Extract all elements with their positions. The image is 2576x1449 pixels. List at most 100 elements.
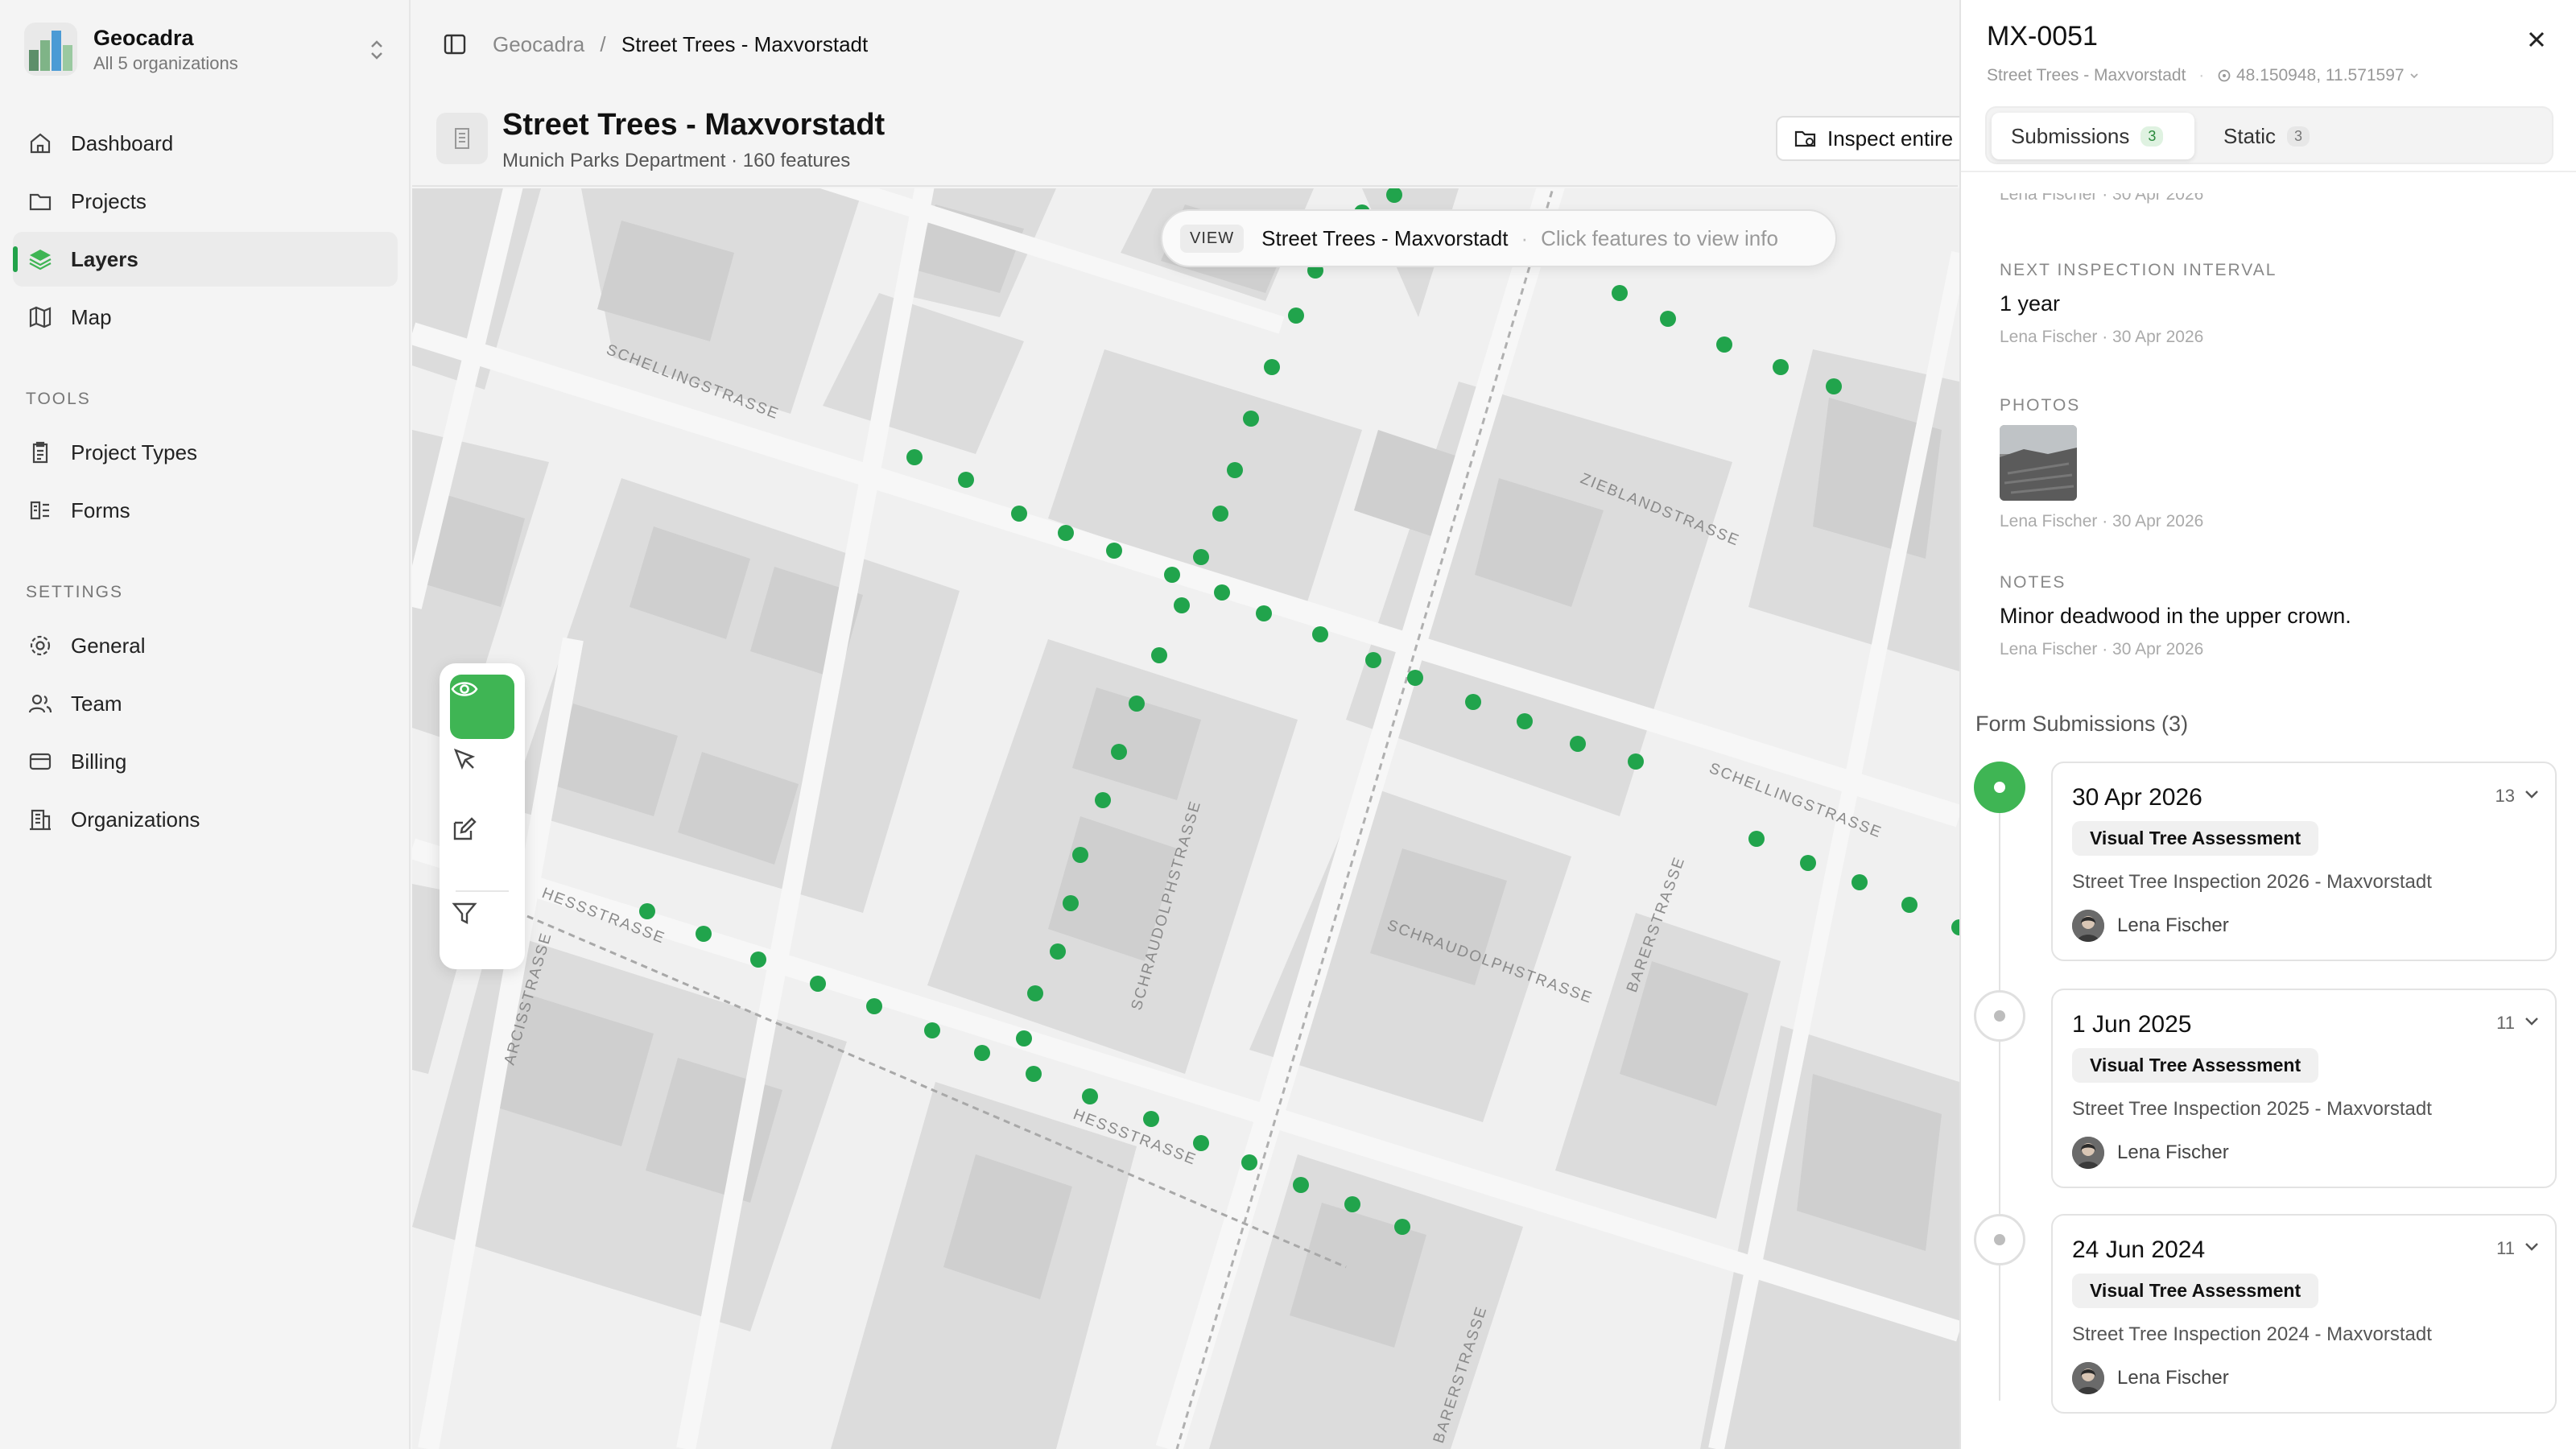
tree-point[interactable] xyxy=(1660,311,1676,327)
city-block xyxy=(823,293,1024,454)
tree-point[interactable] xyxy=(1293,1177,1309,1193)
tree-point[interactable] xyxy=(1212,506,1228,522)
nav-label: Dashboard xyxy=(71,130,174,155)
tree-point[interactable] xyxy=(1716,336,1732,353)
chevron-down-icon[interactable] xyxy=(2521,784,2542,805)
chevron-down-icon[interactable] xyxy=(2409,70,2420,81)
tab-static[interactable]: Static 3 xyxy=(2204,113,2365,159)
tree-point[interactable] xyxy=(1628,753,1644,770)
tab-submissions[interactable]: Submissions 3 xyxy=(1992,113,2194,159)
submission-user: Lena Fischer xyxy=(2072,1137,2229,1169)
view-tag: VIEW xyxy=(1180,224,1245,253)
tree-point[interactable] xyxy=(1852,874,1868,890)
tree-point[interactable] xyxy=(1111,744,1127,760)
tree-point[interactable] xyxy=(1026,1066,1042,1082)
nav-projects[interactable]: Projects xyxy=(13,174,398,229)
tree-point[interactable] xyxy=(1612,285,1628,301)
tree-point[interactable] xyxy=(924,1022,940,1038)
tab-count-badge: 3 xyxy=(2140,126,2164,147)
nav-billing[interactable]: Billing xyxy=(13,734,398,789)
tree-point[interactable] xyxy=(1951,919,1959,935)
photo-thumbnail[interactable] xyxy=(2000,425,2077,501)
tree-point[interactable] xyxy=(1901,897,1918,913)
submission-card[interactable]: 24 Jun 2024 11 Visual Tree Assessment St… xyxy=(2051,1214,2557,1414)
tree-point[interactable] xyxy=(1151,647,1167,663)
tree-point[interactable] xyxy=(696,926,712,942)
tree-point[interactable] xyxy=(1214,584,1230,601)
nav-forms[interactable]: Forms xyxy=(13,483,398,538)
tree-point[interactable] xyxy=(1264,359,1280,375)
org-switcher[interactable]: Geocadra All 5 organizations xyxy=(24,23,386,80)
tree-point[interactable] xyxy=(1050,943,1066,960)
tree-point[interactable] xyxy=(1082,1088,1098,1104)
chevrons-updown-icon xyxy=(371,40,382,60)
tree-point[interactable] xyxy=(1773,359,1789,375)
view-separator: · xyxy=(1521,225,1529,250)
tree-point[interactable] xyxy=(1193,549,1209,565)
tree-point[interactable] xyxy=(750,952,766,968)
tab-label: Static xyxy=(2223,123,2277,148)
tree-point[interactable] xyxy=(1143,1111,1159,1127)
tree-point[interactable] xyxy=(1095,792,1111,808)
tree-point[interactable] xyxy=(1312,626,1328,642)
breadcrumb-root[interactable]: Geocadra xyxy=(493,32,584,56)
tree-point[interactable] xyxy=(1193,1135,1209,1151)
select-tool-button[interactable] xyxy=(450,745,514,810)
tree-point[interactable] xyxy=(1016,1030,1032,1046)
tree-point[interactable] xyxy=(1256,605,1272,621)
map-canvas[interactable]: SCHELLINGSTRASSE ZIEBLANDSTRASSE SCHRAUDOL… xyxy=(412,188,1959,1449)
tree-point[interactable] xyxy=(974,1045,990,1061)
tree-point[interactable] xyxy=(958,472,974,488)
view-tool-button[interactable] xyxy=(450,675,514,739)
submission-card[interactable]: 30 Apr 2026 13 Visual Tree Assessment St… xyxy=(2051,762,2557,961)
folder-search-icon xyxy=(1794,130,1816,147)
tree-point[interactable] xyxy=(1344,1196,1360,1212)
tree-point[interactable] xyxy=(906,449,923,465)
tree-point[interactable] xyxy=(1174,597,1190,613)
tree-point[interactable] xyxy=(1570,736,1586,752)
nav-team[interactable]: Team xyxy=(13,676,398,731)
inspect-layer-button[interactable]: Inspect entire layer xyxy=(1776,116,1977,161)
submission-card[interactable]: 1 Jun 2025 11 Visual Tree Assessment Str… xyxy=(2051,989,2557,1188)
nav-layers[interactable]: Layers xyxy=(13,232,398,287)
tree-point[interactable] xyxy=(1164,567,1180,583)
sidebar-toggle-icon[interactable] xyxy=(443,32,467,56)
tree-point[interactable] xyxy=(1407,670,1423,686)
tree-point[interactable] xyxy=(1800,855,1816,871)
tree-point[interactable] xyxy=(1365,652,1381,668)
tree-point[interactable] xyxy=(1058,525,1074,541)
edit-tool-button[interactable] xyxy=(450,815,514,879)
close-icon[interactable] xyxy=(2523,26,2550,53)
tree-point[interactable] xyxy=(1288,308,1304,324)
tree-point[interactable] xyxy=(1227,462,1243,478)
nav-label: Layers xyxy=(71,246,138,271)
tree-point[interactable] xyxy=(866,998,882,1014)
nav-organizations[interactable]: Organizations xyxy=(13,792,398,847)
inspect-layer-label: Inspect entire layer xyxy=(1827,126,1975,151)
chevron-down-icon[interactable] xyxy=(2521,1236,2542,1257)
tree-point[interactable] xyxy=(1241,1154,1257,1170)
tree-point[interactable] xyxy=(1072,847,1088,863)
filter-tool-button[interactable] xyxy=(450,898,514,963)
tree-point[interactable] xyxy=(810,976,826,992)
tree-point[interactable] xyxy=(1748,831,1765,847)
nav-general[interactable]: General xyxy=(13,618,398,673)
pin-icon xyxy=(2218,69,2231,82)
nav-dashboard[interactable]: Dashboard xyxy=(13,116,398,171)
tree-point[interactable] xyxy=(1011,506,1027,522)
tree-point[interactable] xyxy=(1106,543,1122,559)
chevron-down-icon[interactable] xyxy=(2521,1011,2542,1032)
nav-map[interactable]: Map xyxy=(13,290,398,345)
tree-point[interactable] xyxy=(1517,713,1533,729)
tree-point[interactable] xyxy=(1826,378,1842,394)
tree-point[interactable] xyxy=(1465,694,1481,710)
tree-point[interactable] xyxy=(1063,895,1079,911)
tree-point[interactable] xyxy=(1243,411,1259,427)
view-title: Street Trees - Maxvorstadt xyxy=(1261,225,1509,250)
tree-point[interactable] xyxy=(639,903,655,919)
feature-coords[interactable]: 48.150948, 11.571597 xyxy=(2236,66,2405,85)
tree-point[interactable] xyxy=(1027,985,1043,1001)
nav-project-types[interactable]: Project Types xyxy=(13,425,398,480)
tree-point[interactable] xyxy=(1394,1219,1410,1235)
tree-point[interactable] xyxy=(1129,696,1145,712)
